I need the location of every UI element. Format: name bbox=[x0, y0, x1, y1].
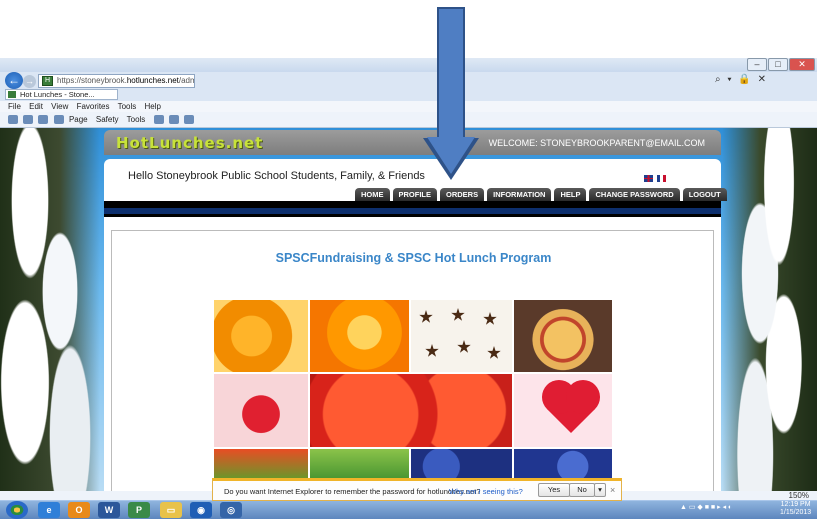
nav-logout[interactable]: LOGOUT bbox=[682, 188, 727, 201]
browser-tab[interactable]: Hot Lunches - Stone... bbox=[5, 89, 118, 100]
word-taskbar-icon[interactable]: W bbox=[98, 502, 120, 518]
page-menu[interactable]: Page bbox=[69, 115, 88, 124]
home-icon[interactable] bbox=[8, 115, 18, 125]
mail-icon[interactable] bbox=[38, 115, 49, 125]
browser-taskbar-icon[interactable]: ◉ bbox=[190, 502, 212, 518]
nav-help[interactable]: HELP bbox=[554, 188, 587, 201]
menu-view[interactable]: View bbox=[51, 102, 68, 111]
tab-strip bbox=[0, 89, 817, 101]
notification-text: Do you want Internet Explorer to remembe… bbox=[224, 487, 481, 496]
site-favicon-icon: H bbox=[42, 76, 53, 86]
english-flag-icon[interactable] bbox=[644, 175, 653, 182]
nav-home[interactable]: HOME bbox=[355, 188, 390, 201]
nav-profile[interactable]: PROFILE bbox=[392, 188, 438, 201]
program-panel: SPSCFundraising & SPSC Hot Lunch Program bbox=[111, 230, 714, 491]
outlook-taskbar-icon[interactable]: O bbox=[68, 502, 90, 518]
help-icon[interactable] bbox=[153, 115, 164, 125]
window-titlebar bbox=[0, 58, 817, 72]
remember-no-button[interactable]: No bbox=[569, 483, 595, 497]
onenote-icon[interactable] bbox=[184, 115, 195, 125]
greeting-text: Hello Stoneybrook Public School Students… bbox=[128, 170, 425, 182]
url-suffix: /admin/ bbox=[178, 76, 194, 85]
maximize-button[interactable]: □ bbox=[768, 58, 788, 71]
window-controls: – □ ✕ bbox=[747, 58, 815, 72]
food-image-mosaic bbox=[214, 300, 612, 484]
pizza-image bbox=[514, 300, 612, 372]
oranges-image bbox=[214, 300, 308, 372]
main-nav: HOME PROFILE ORDERS INFORMATION HELP CHA… bbox=[355, 188, 727, 201]
ie-taskbar-icon[interactable]: e bbox=[38, 502, 60, 518]
why-seeing-link[interactable]: Why am I seeing this? bbox=[449, 487, 523, 496]
nav-strip-accent bbox=[104, 208, 721, 214]
menu-file[interactable]: File bbox=[8, 102, 21, 111]
menu-tools[interactable]: Tools bbox=[118, 102, 137, 111]
tab-favicon-icon bbox=[8, 91, 16, 98]
taskbar-clock[interactable]: 12:19 PM 1/15/2013 bbox=[780, 501, 811, 517]
arrow-head bbox=[423, 137, 479, 180]
minimize-button[interactable]: – bbox=[747, 58, 767, 71]
clock-time: 12:19 PM bbox=[780, 501, 811, 508]
addon-icon[interactable] bbox=[168, 115, 179, 125]
clock-date: 1/15/2013 bbox=[780, 509, 812, 516]
french-flag-icon[interactable] bbox=[657, 175, 666, 182]
menu-edit[interactable]: Edit bbox=[29, 102, 43, 111]
address-input[interactable]: https://stoneybrook.hotlunches.net/admin… bbox=[38, 74, 195, 88]
remember-options-dropdown[interactable]: ▾ bbox=[594, 483, 606, 497]
content-box: Hello Stoneybrook Public School Students… bbox=[104, 159, 727, 491]
remember-yes-button[interactable]: Yes bbox=[538, 483, 570, 497]
tomatoes-image bbox=[310, 374, 512, 447]
zoom-level[interactable]: 150% bbox=[789, 491, 809, 500]
nav-orders[interactable]: ORDERS bbox=[440, 188, 485, 201]
system-tray[interactable]: ▲ ▭ ◆ ■ ■ ▸ ◂ ◐ bbox=[680, 503, 732, 511]
top-whitespace bbox=[0, 0, 817, 58]
print-icon[interactable] bbox=[53, 115, 64, 125]
menu-favorites[interactable]: Favorites bbox=[77, 102, 110, 111]
safety-menu[interactable]: Safety bbox=[96, 115, 119, 124]
heart-stethoscope-image bbox=[514, 374, 612, 447]
app-taskbar-icon[interactable]: ◎ bbox=[220, 502, 242, 518]
url-host: hotlunches.net bbox=[126, 76, 179, 85]
start-button[interactable] bbox=[6, 501, 28, 519]
address-bar-controls[interactable]: ⌕ ▾ 🔒 ✕ bbox=[715, 74, 768, 85]
orange-slices-image bbox=[310, 300, 409, 372]
password-notification-bar: Do you want Internet Explorer to remembe… bbox=[212, 478, 622, 501]
site-logo[interactable]: HotLunches.net bbox=[116, 134, 263, 152]
menu-bar: File Edit View Favorites Tools Help bbox=[0, 101, 817, 112]
tools-menu[interactable]: Tools bbox=[127, 115, 146, 124]
nav-change-password[interactable]: CHANGE PASSWORD bbox=[589, 188, 680, 201]
command-bar: Page Safety Tools bbox=[0, 112, 817, 128]
welcome-text: WELCOME: STONEYBROOKPARENT@EMAIL.COM bbox=[488, 138, 705, 148]
background-snowy-tree-left bbox=[0, 128, 100, 491]
back-button[interactable]: ← bbox=[5, 72, 23, 89]
background-snowy-tree-right bbox=[722, 128, 817, 491]
webpage-viewport: HotLunches.net WELCOME: STONEYBROOKPAREN… bbox=[0, 128, 817, 491]
forward-button[interactable]: → bbox=[23, 75, 36, 88]
notification-close-button[interactable]: × bbox=[610, 485, 615, 495]
menu-help[interactable]: Help bbox=[145, 102, 161, 111]
project-taskbar-icon[interactable]: P bbox=[128, 502, 150, 518]
language-flags bbox=[644, 175, 666, 182]
nav-information[interactable]: INFORMATION bbox=[487, 188, 552, 201]
program-title: SPSCFundraising & SPSC Hot Lunch Program bbox=[275, 251, 552, 265]
feeds-icon[interactable] bbox=[23, 115, 34, 125]
close-window-button[interactable]: ✕ bbox=[789, 58, 815, 71]
arrow-shaft bbox=[437, 7, 465, 139]
folder-taskbar-icon[interactable]: ▭ bbox=[160, 502, 182, 518]
url-prefix: https://stoneybrook. bbox=[57, 76, 127, 85]
site-header: HotLunches.net WELCOME: STONEYBROOKPAREN… bbox=[104, 130, 721, 155]
strawberry-image bbox=[214, 374, 308, 447]
spices-image bbox=[411, 300, 512, 372]
